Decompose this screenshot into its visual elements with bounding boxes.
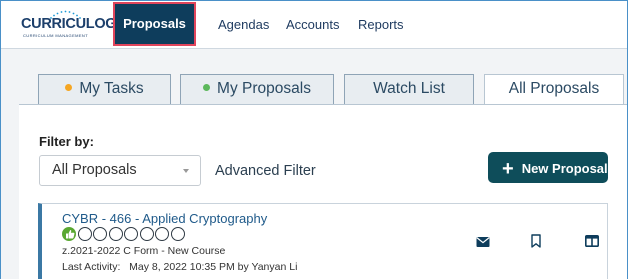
- thumbs-up-icon: [66, 230, 75, 239]
- logo-wordmark: CURRICULOG: [21, 16, 117, 32]
- nav-reports[interactable]: Reports: [358, 1, 404, 48]
- new-proposal-label: New Proposal: [521, 161, 608, 176]
- tab-label: My Tasks: [79, 80, 144, 97]
- nav-proposals[interactable]: Proposals: [113, 2, 196, 46]
- proposal-card[interactable]: CYBR - 466 - Applied Cryptography z.2021…: [38, 203, 608, 279]
- proposal-form-type: z.2021-2022 C Form - New Course: [62, 245, 226, 257]
- proposal-last-activity: Last Activity: May 8, 2022 10:35 PM by Y…: [62, 261, 298, 273]
- stage-complete-indicator: [62, 227, 76, 241]
- tab-my-proposals[interactable]: My Proposals: [180, 74, 334, 104]
- advanced-filter-link[interactable]: Advanced Filter: [215, 163, 316, 179]
- stage-pending-indicator: [139, 227, 154, 241]
- bookmark-icon[interactable]: [531, 234, 541, 248]
- stage-pending-indicator: [108, 227, 123, 241]
- stage-pending-indicator: [77, 227, 92, 241]
- approval-stages: [62, 227, 186, 242]
- tab-all-proposals[interactable]: All Proposals: [484, 74, 624, 105]
- nav-accounts[interactable]: Accounts: [286, 1, 339, 48]
- stage-pending-indicator: [93, 227, 107, 241]
- proposal-title-link[interactable]: CYBR - 466 - Applied Cryptography: [62, 211, 267, 226]
- status-dot-icon: [65, 84, 73, 92]
- new-proposal-button[interactable]: + New Proposal: [488, 152, 608, 183]
- logo-tagline: CURRICULUM MANAGEMENT: [23, 33, 89, 38]
- top-navigation: CURRICULOG CURRICULUM MANAGEMENT Proposa…: [1, 1, 627, 49]
- chevron-down-icon: [183, 169, 189, 173]
- nav-agendas[interactable]: Agendas: [218, 1, 269, 48]
- stage-pending-indicator: [170, 227, 185, 241]
- tab-watch-list[interactable]: Watch List: [344, 74, 474, 104]
- plus-icon: +: [502, 158, 514, 180]
- tab-my-tasks[interactable]: My Tasks: [38, 74, 171, 104]
- stage-pending-indicator: [155, 227, 169, 241]
- filter-select[interactable]: All Proposals: [39, 155, 201, 186]
- status-dot-icon: [203, 84, 211, 92]
- stage-pending-indicator: [124, 227, 138, 241]
- filter-selected-value: All Proposals: [52, 162, 137, 178]
- columns-icon[interactable]: [585, 235, 599, 247]
- tab-label: Watch List: [373, 80, 445, 97]
- envelope-icon[interactable]: [476, 236, 490, 248]
- curriculog-logo[interactable]: CURRICULOG CURRICULUM MANAGEMENT: [21, 9, 117, 41]
- filter-label: Filter by:: [39, 134, 94, 149]
- tab-label: My Proposals: [217, 80, 311, 97]
- tab-label: All Proposals: [508, 80, 600, 97]
